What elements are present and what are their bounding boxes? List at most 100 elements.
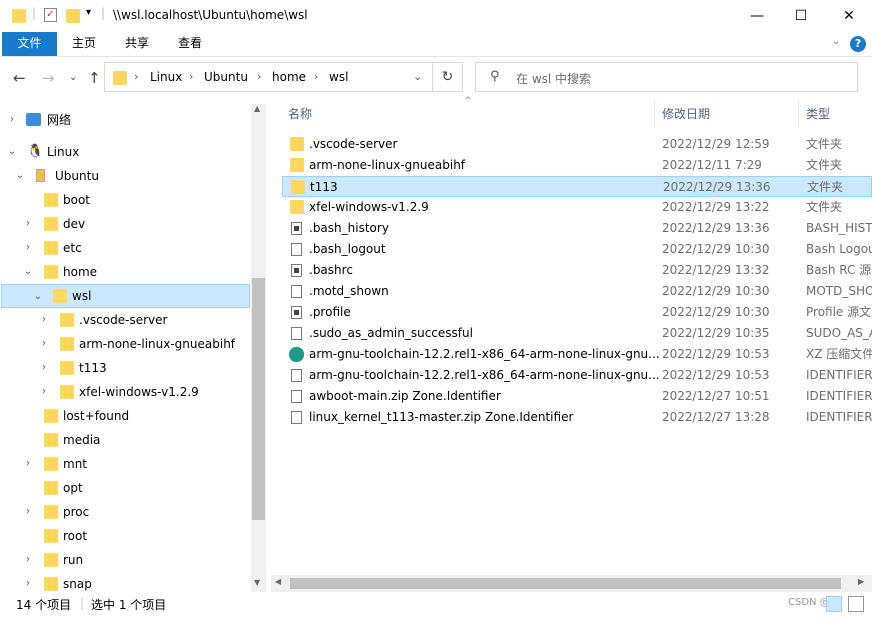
tree-item-arm-none-linux-gnueabihf[interactable]: › arm-none-linux-gnueabihf <box>0 332 250 356</box>
search-input[interactable]: ⚲ 在 wsl 中搜索 <box>475 62 858 92</box>
tree-item-opt[interactable]: opt <box>0 476 250 500</box>
recent-locations-icon[interactable]: ⌄ <box>69 72 77 83</box>
breadcrumb-separator-icon[interactable]: › <box>257 70 261 83</box>
tree-scrollbar[interactable]: ▲ ▼ <box>251 104 266 592</box>
file-row[interactable]: xfel-windows-v1.2.9 2022/12/29 13:22 文件夹 <box>282 197 872 218</box>
chevron-right-icon[interactable]: › <box>22 452 34 476</box>
file-row[interactable]: .bashrc 2022/12/29 13:32 Bash RC 源 <box>282 260 872 281</box>
file-row[interactable]: .bash_logout 2022/12/29 10:30 Bash Logout <box>282 239 872 260</box>
file-row[interactable]: .profile 2022/12/29 10:30 Profile 源文件 <box>282 302 872 323</box>
new-folder-icon[interactable] <box>66 9 80 23</box>
tree-item-lost-found[interactable]: lost+found <box>0 404 250 428</box>
breadcrumb-home[interactable]: home <box>272 70 306 84</box>
chevron-right-icon[interactable]: › <box>22 548 34 572</box>
tab-share[interactable]: 共享 <box>115 32 159 56</box>
file-date: 2022/12/29 10:30 <box>662 305 770 319</box>
properties-icon[interactable]: ✓ <box>44 8 57 22</box>
scroll-up-icon[interactable]: ▲ <box>254 104 260 113</box>
scrollbar-thumb[interactable] <box>252 278 265 520</box>
file-date: 2022/12/29 10:35 <box>662 326 770 340</box>
chevron-right-icon[interactable]: › <box>22 212 34 236</box>
breadcrumb-separator-icon[interactable]: › <box>189 70 193 83</box>
tree-item-root[interactable]: root <box>0 524 250 548</box>
breadcrumb-ubuntu[interactable]: Ubuntu <box>204 70 248 84</box>
tree-item-home[interactable]: ⌄ home <box>0 260 250 284</box>
chevron-right-icon[interactable]: › <box>38 332 50 356</box>
chevron-right-icon[interactable]: › <box>6 108 18 132</box>
file-row[interactable]: arm-gnu-toolchain-12.2.rel1-x86_64-arm-n… <box>282 365 872 386</box>
chevron-right-icon[interactable]: › <box>38 308 50 332</box>
file-row[interactable]: .sudo_as_admin_successful 2022/12/29 10:3… <box>282 323 872 344</box>
file-row[interactable]: .bash_history 2022/12/29 13:36 BASH_HISTOR… <box>282 218 872 239</box>
back-icon[interactable]: ← <box>13 69 26 87</box>
forward-icon[interactable]: → <box>42 69 55 87</box>
file-row[interactable]: linux_kernel_t113-master.zip Zone.Identi… <box>282 407 872 428</box>
close-button[interactable]: ✕ <box>826 0 872 32</box>
folder-icon <box>44 457 58 471</box>
column-header-type[interactable]: 类型 <box>806 105 830 122</box>
tree-item-t113[interactable]: › t113 <box>0 356 250 380</box>
tree-item-snap[interactable]: › snap <box>0 572 250 592</box>
customize-toolbar-icon[interactable]: ▾ <box>86 7 91 18</box>
file-row[interactable]: arm-gnu-toolchain-12.2.rel1-x86_64-arm-n… <box>282 344 872 365</box>
tree-item-wsl[interactable]: ⌄ wsl <box>1 284 250 308</box>
breadcrumb-separator-icon[interactable]: › <box>314 70 318 83</box>
chevron-right-icon[interactable]: › <box>38 356 50 380</box>
chevron-right-icon[interactable]: › <box>22 236 34 260</box>
chevron-right-icon[interactable]: › <box>22 500 34 524</box>
breadcrumb-linux[interactable]: Linux <box>150 70 182 84</box>
minimize-button[interactable]: — <box>734 0 780 32</box>
tree-item-network[interactable]: › 网络 <box>0 108 250 132</box>
column-divider[interactable] <box>798 99 799 127</box>
tree-item-dev[interactable]: › dev <box>0 212 250 236</box>
tree-item-etc[interactable]: › etc <box>0 236 250 260</box>
file-row[interactable]: awboot-main.zip Zone.Identifier 2022/12/2… <box>282 386 872 407</box>
tree-item-vscode-server[interactable]: › .vscode-server <box>0 308 250 332</box>
file-row[interactable]: t113 2022/12/29 13:36 文件夹 <box>282 176 872 197</box>
column-header-date[interactable]: 修改日期 <box>662 105 710 122</box>
tab-view[interactable]: 查看 <box>168 32 212 56</box>
file-name: arm-none-linux-gnueabihf <box>309 158 466 172</box>
tree-item-run[interactable]: › run <box>0 548 250 572</box>
expand-ribbon-icon[interactable]: ⌄ <box>832 36 840 47</box>
tree-item-linux[interactable]: ⌄ 🐧 Linux <box>0 140 250 164</box>
scrollbar-thumb[interactable] <box>290 578 841 589</box>
tree-item-media[interactable]: media <box>0 428 250 452</box>
divider: | <box>32 6 37 20</box>
chevron-down-icon[interactable]: ⌄ <box>14 164 26 188</box>
help-icon[interactable]: ? <box>850 36 866 52</box>
tab-file[interactable]: 文件 <box>2 32 57 56</box>
scroll-left-icon[interactable]: ◀ <box>275 577 281 586</box>
tab-home[interactable]: 主页 <box>62 32 106 56</box>
address-history-icon[interactable]: ⌄ <box>413 70 422 83</box>
large-icons-view-icon[interactable] <box>848 596 864 612</box>
tree-item-mnt[interactable]: › mnt <box>0 452 250 476</box>
maximize-button[interactable]: ☐ <box>778 0 824 32</box>
scroll-down-icon[interactable]: ▼ <box>254 578 260 587</box>
tree-item-boot[interactable]: boot <box>0 188 250 212</box>
column-divider[interactable] <box>654 99 655 127</box>
chevron-down-icon[interactable]: ⌄ <box>6 140 18 164</box>
file-name: linux_kernel_t113-master.zip Zone.Identi… <box>309 410 574 424</box>
up-icon[interactable]: ↑ <box>88 69 101 87</box>
breadcrumb-wsl[interactable]: wsl <box>329 70 348 84</box>
chevron-down-icon[interactable]: ⌄ <box>32 285 44 309</box>
file-name: .motd_shown <box>309 284 389 298</box>
chevron-down-icon[interactable]: ⌄ <box>22 260 34 284</box>
scroll-right-icon[interactable]: ▶ <box>858 577 864 586</box>
tree-item-proc[interactable]: › proc <box>0 500 250 524</box>
chevron-right-icon[interactable]: › <box>22 572 34 592</box>
chevron-right-icon[interactable]: › <box>38 380 50 404</box>
address-bar[interactable]: › Linux › Ubuntu › home › wsl ⌄ <box>104 62 433 92</box>
details-view-icon[interactable] <box>826 596 842 612</box>
column-header-name[interactable]: 名称 <box>288 105 312 122</box>
tree-item-xfel-windows[interactable]: › xfel-windows-v1.2.9 <box>0 380 250 404</box>
file-icon <box>291 243 302 256</box>
refresh-button[interactable]: ↻ <box>433 62 463 92</box>
breadcrumb-separator-icon[interactable]: › <box>134 70 138 83</box>
tree-item-ubuntu[interactable]: ⌄ Ubuntu <box>0 164 250 188</box>
horizontal-scrollbar[interactable]: ◀ ▶ <box>271 575 872 592</box>
file-row[interactable]: arm-none-linux-gnueabihf 2022/12/11 7:29 文… <box>282 155 872 176</box>
file-row[interactable]: .motd_shown 2022/12/29 10:30 MOTD_SHOWN <box>282 281 872 302</box>
file-row[interactable]: .vscode-server 2022/12/29 12:59 文件夹 <box>282 134 872 155</box>
